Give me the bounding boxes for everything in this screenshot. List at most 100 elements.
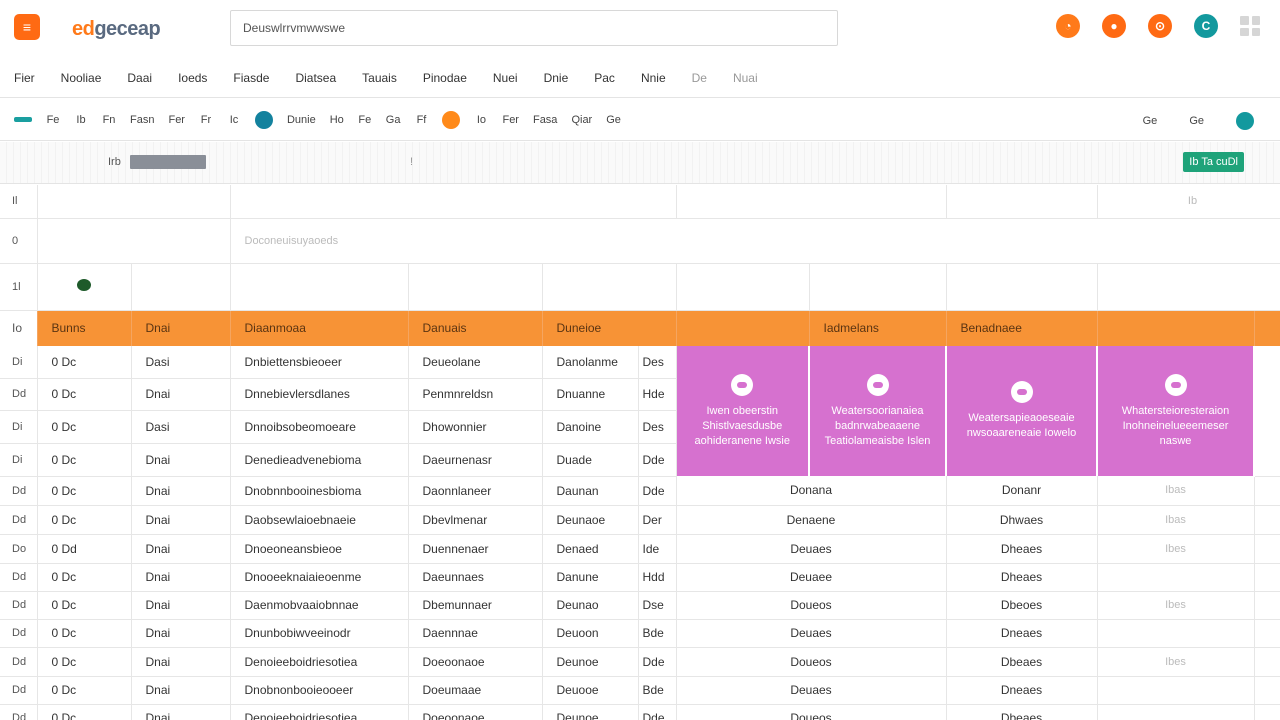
help-icon[interactable] — [1236, 112, 1254, 130]
toolbar-button[interactable]: Ho — [330, 110, 344, 130]
cell[interactable]: Dde — [638, 647, 677, 677]
row-header[interactable]: 1l — [0, 263, 38, 311]
cell[interactable] — [1097, 676, 1255, 705]
row-header[interactable]: Il — [0, 185, 38, 219]
toolbar-button[interactable]: Fe — [358, 110, 372, 130]
cell[interactable]: Ibes — [1097, 647, 1255, 677]
cell[interactable] — [131, 263, 231, 311]
cell[interactable]: 0 Dc — [37, 378, 132, 411]
row-header[interactable]: Dd — [0, 563, 38, 592]
cell[interactable]: Dneaes — [946, 676, 1098, 705]
row-header[interactable]: Dd — [0, 505, 38, 535]
menu-item[interactable]: Nnie — [641, 71, 666, 85]
cell[interactable]: 0 Dc — [37, 346, 132, 379]
menu-item[interactable]: Nuei — [493, 71, 518, 85]
cell[interactable]: 0 Dd — [37, 534, 132, 564]
help-icon[interactable]: C — [1194, 14, 1218, 38]
menu-item[interactable]: Pac — [594, 71, 615, 85]
account-icon[interactable]: ◔ — [1056, 14, 1080, 38]
cell[interactable]: Donanr — [946, 476, 1098, 506]
cell[interactable]: Ib — [1097, 185, 1280, 219]
menu-item[interactable]: Pinodae — [423, 71, 467, 85]
cell[interactable]: Dnai — [131, 476, 231, 506]
cell[interactable]: Dasi — [131, 410, 231, 444]
cell[interactable] — [1254, 619, 1280, 648]
cell[interactable]: Des — [638, 346, 677, 379]
cell[interactable]: Hdd — [638, 563, 677, 592]
cell[interactable]: Der — [638, 505, 677, 535]
cell[interactable]: Deunaoe — [542, 505, 639, 535]
cell[interactable]: 0 Dc — [37, 619, 132, 648]
menu-item[interactable]: Fiasde — [233, 71, 269, 85]
toolbar-button[interactable]: Io — [474, 110, 488, 130]
cell[interactable]: Dnnoibsobeomoeare — [230, 410, 409, 444]
highlight-card[interactable]: Whatersteioresteraion Inohneinelueeemese… — [1097, 346, 1255, 476]
toolbar-button[interactable]: Fn — [102, 110, 116, 130]
cell[interactable]: 0 Dc — [37, 505, 132, 535]
toolbar-button[interactable]: Fasn — [130, 110, 154, 130]
cell[interactable]: Dse — [638, 591, 677, 620]
cell[interactable]: Dnoeoneansbieoe — [230, 534, 409, 564]
name-box[interactable] — [130, 155, 206, 169]
cell[interactable] — [1254, 647, 1280, 677]
column-header[interactable]: Diaanmoaa — [230, 310, 409, 346]
cell[interactable]: Dnooeeknaiaieoenme — [230, 563, 409, 592]
cell[interactable]: Doeumaae — [408, 676, 543, 705]
cell[interactable]: Dbeaes — [946, 704, 1098, 720]
cell[interactable]: Dbeoes — [946, 591, 1098, 620]
cell[interactable]: Denaed — [542, 534, 639, 564]
cell[interactable] — [676, 185, 947, 219]
cell[interactable]: Dnai — [131, 505, 231, 535]
cell[interactable]: Doueos — [676, 591, 947, 620]
cell[interactable]: 0 Dc — [37, 410, 132, 444]
cell[interactable] — [1097, 704, 1255, 720]
cell[interactable]: Dde — [638, 443, 677, 477]
cell[interactable]: Doeoonaoe — [408, 704, 543, 720]
column-header[interactable]: Iadmelans — [809, 310, 947, 346]
cell[interactable]: Penmnreldsn — [408, 378, 543, 411]
cell[interactable]: 0 Dc — [37, 591, 132, 620]
menu-item[interactable]: Dnie — [544, 71, 569, 85]
cell[interactable] — [1254, 704, 1280, 720]
cell[interactable] — [1254, 676, 1280, 705]
cell[interactable]: Dnai — [131, 563, 231, 592]
cell[interactable]: Dnai — [131, 704, 231, 720]
cell[interactable]: Dnobnnbooinesbioma — [230, 476, 409, 506]
cell[interactable]: 0 Dc — [37, 704, 132, 720]
cell[interactable]: Danoine — [542, 410, 639, 444]
cell[interactable]: Denoieeboidriesotiea — [230, 647, 409, 677]
cell[interactable]: Dnnebievlersdlanes — [230, 378, 409, 411]
toolbar-button[interactable]: Fe — [46, 110, 60, 130]
column-header[interactable]: Dnai — [131, 310, 231, 346]
cell[interactable] — [1254, 591, 1280, 620]
cell[interactable]: Donana — [676, 476, 947, 506]
cell[interactable]: Daonnlaneer — [408, 476, 543, 506]
cell[interactable]: Ibas — [1097, 505, 1255, 535]
spreadsheet-grid[interactable]: Il Ib 0 Doconeuisuyaoeds 1l Io Bunns Dnai D… — [0, 185, 1280, 720]
cell[interactable] — [1097, 619, 1255, 648]
app-logo[interactable]: ≡ — [14, 14, 40, 40]
share-button[interactable]: Ib Ta cuDl — [1183, 152, 1244, 172]
cell[interactable]: Hde — [638, 378, 677, 411]
toolbar-icon[interactable] — [442, 110, 461, 129]
cell[interactable]: Dde — [638, 704, 677, 720]
cell[interactable]: Daunan — [542, 476, 639, 506]
menu-item[interactable]: Fier — [14, 71, 35, 85]
row-header[interactable]: Di — [0, 443, 38, 477]
share-icon[interactable]: ⊙ — [1148, 14, 1172, 38]
cell[interactable]: Denedieadvenebioma — [230, 443, 409, 477]
cell[interactable] — [1097, 563, 1255, 592]
toolbar-icon[interactable] — [254, 110, 273, 129]
cell[interactable]: 0 Dc — [37, 476, 132, 506]
cell[interactable]: Denaene — [676, 505, 947, 535]
highlight-card[interactable]: Iwen obeerstin Shistlvaesdusbe aohideran… — [676, 346, 810, 476]
toolbar-button[interactable]: Ga — [386, 110, 401, 130]
apps-grid-icon[interactable] — [1240, 16, 1260, 36]
cell[interactable]: Danune — [542, 563, 639, 592]
cell[interactable]: Dneaes — [946, 619, 1098, 648]
column-header[interactable]: Danuais — [408, 310, 543, 346]
cell[interactable]: Dnai — [131, 534, 231, 564]
cell[interactable]: Ide — [638, 534, 677, 564]
cell[interactable]: 0 Dc — [37, 443, 132, 477]
cell[interactable]: Dnunbobiwveeinodr — [230, 619, 409, 648]
